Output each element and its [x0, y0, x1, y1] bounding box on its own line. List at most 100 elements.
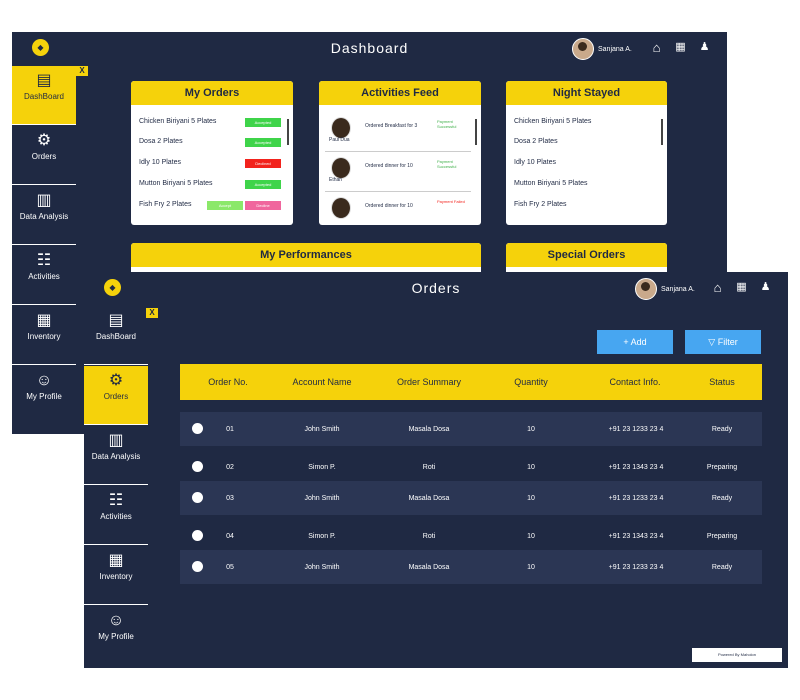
order-no: 01 [226, 425, 234, 433]
column-header[interactable]: Account Name [286, 364, 358, 400]
calendar-icon[interactable]: ▦ [673, 40, 688, 55]
sidebar-item-inventory[interactable]: ▦ Inventory [84, 546, 148, 605]
list-item: Fish Fry 2 Plates [514, 201, 567, 208]
quantity: 10 [527, 532, 535, 540]
sidebar-item-activities[interactable]: ☷ Activities [84, 486, 148, 545]
status-badge[interactable]: Declined [245, 159, 281, 168]
sidebar-item-data-analysis[interactable]: ▥ Data Analysis [12, 186, 76, 245]
column-header[interactable]: Status [692, 364, 752, 400]
status: Ready [711, 494, 733, 502]
scrollbar[interactable] [475, 119, 477, 145]
order-row: Dosa 2 Plates Accepted [139, 138, 281, 147]
collapse-sidebar-button[interactable]: X [76, 66, 88, 76]
row-select-radio[interactable] [192, 492, 203, 503]
sidebar-item-dashboard[interactable]: ▤ DashBoard [84, 306, 148, 365]
inventory-icon: ▦ [36, 312, 52, 329]
column-header[interactable]: Order Summary [390, 364, 468, 400]
dashboard-icon: ▤ [36, 72, 52, 89]
order-summary: Masala Dosa [408, 425, 450, 433]
order-text: Chicken Biriyani 5 Plates [139, 118, 217, 125]
inventory-icon: ▦ [108, 552, 124, 569]
add-button[interactable]: + Add [597, 330, 673, 354]
feed-item[interactable]: Ordered dinner for 10 Payment Failed [325, 193, 471, 225]
profile-icon: ☺ [107, 612, 125, 629]
avatar [331, 197, 351, 219]
sidebar-item-label: DashBoard [95, 332, 137, 341]
contact-info: +91 23 1233 23 4 [608, 425, 664, 433]
table-row[interactable]: 03 John Smith Masala Dosa 10 +91 23 1233… [180, 481, 762, 515]
status-badge[interactable]: Accepted [245, 180, 281, 189]
list-item: Dosa 2 Plates [514, 138, 558, 145]
contact-info: +91 23 1233 23 4 [608, 494, 664, 502]
home-icon[interactable]: ⌂ [649, 40, 664, 55]
row-select-radio[interactable] [192, 423, 203, 434]
payment-status: Payment Failed [437, 199, 465, 204]
dashboard-topbar: ◆ Dashboard Sanjana A. ⌂ ▦ ♟ [12, 32, 727, 64]
order-row: Idly 10 Plates Declined [139, 159, 281, 168]
avatar [635, 278, 657, 300]
table-row[interactable]: 01 John Smith Masala Dosa 10 +91 23 1233… [180, 412, 762, 446]
column-header[interactable]: Quantity [498, 364, 564, 400]
accept-button[interactable]: Accept [207, 201, 243, 210]
row-select-radio[interactable] [192, 561, 203, 572]
orders-topbar: ◆ Orders Sanjana A. ⌂ ▦ ♟ [84, 272, 788, 304]
card-title: My Performances [131, 243, 481, 267]
sidebar-item-profile[interactable]: ☺ My Profile [12, 366, 76, 428]
feed-item[interactable]: Ethan Ordered dinner for 10 Payment Succ… [325, 153, 471, 192]
data-analysis-icon: ▥ [108, 432, 124, 449]
contact-info: +91 23 1233 23 4 [608, 563, 664, 571]
feed-text: Ordered dinner for 10 [365, 203, 413, 209]
filter-button[interactable]: ▽ Filter [685, 330, 761, 354]
notification-icon[interactable]: ♟ [697, 40, 712, 55]
home-icon[interactable]: ⌂ [710, 280, 725, 295]
avatar [572, 38, 594, 60]
column-header[interactable]: Order No. [200, 364, 256, 400]
table-row[interactable]: 05 John Smith Masala Dosa 10 +91 23 1233… [180, 550, 762, 584]
column-header[interactable]: Contact Info. [600, 364, 670, 400]
sidebar-item-label: Orders [31, 152, 57, 161]
sidebar-item-label: My Profile [26, 392, 62, 401]
calendar-icon[interactable]: ▦ [734, 280, 749, 295]
feed-user-name: Ethan [329, 177, 343, 183]
sidebar-item-label: Inventory [27, 332, 61, 341]
quantity: 10 [527, 494, 535, 502]
status: Ready [711, 425, 733, 433]
order-text: Idly 10 Plates [139, 159, 182, 166]
activities-feed-card: Activities Feed Paul Dua Ordered Breakfa… [319, 81, 481, 225]
payment-status: Payment Successful [437, 119, 457, 129]
row-select-radio[interactable] [192, 461, 203, 472]
status-badge[interactable]: Accepted [245, 138, 281, 147]
sidebar-item-orders[interactable]: ⚙ Orders [12, 126, 76, 185]
order-summary: Roti [422, 463, 436, 471]
powered-by-badge: Powered By Maholon [692, 648, 782, 662]
orders-icon: ⚙ [36, 132, 52, 149]
table-row[interactable]: 04 Simon P. Roti 10 +91 23 1343 23 4 Pre… [180, 519, 762, 553]
sidebar-item-orders[interactable]: ⚙ Orders [84, 366, 148, 425]
user-menu[interactable]: Sanjana A. [572, 38, 632, 60]
scrollbar[interactable] [287, 119, 289, 145]
decline-button[interactable]: Decline [245, 201, 281, 210]
card-title: Special Orders [506, 243, 667, 267]
sidebar-item-activities[interactable]: ☷ Activities [12, 246, 76, 305]
status-badge[interactable]: Accepted [245, 118, 281, 127]
scrollbar[interactable] [661, 119, 663, 145]
sidebar-item-inventory[interactable]: ▦ Inventory [12, 306, 76, 365]
list-item: Chicken Biriyani 5 Plates [514, 118, 592, 125]
my-orders-card: My Orders Chicken Biriyani 5 Plates Acce… [131, 81, 293, 225]
account-name: John Smith [304, 425, 340, 433]
order-row: Chicken Biriyani 5 Plates Accepted [139, 118, 281, 127]
collapse-sidebar-button[interactable]: X [146, 308, 158, 318]
row-select-radio[interactable] [192, 530, 203, 541]
sidebar-item-label: Data Analysis [19, 212, 69, 221]
user-menu[interactable]: Sanjana A. [635, 278, 695, 300]
table-row[interactable]: 02 Simon P. Roti 10 +91 23 1343 23 4 Pre… [180, 450, 762, 484]
sidebar-item-data-analysis[interactable]: ▥ Data Analysis [84, 426, 148, 485]
feed-text: Ordered Breakfast for 3 [365, 123, 418, 129]
notification-icon[interactable]: ♟ [758, 280, 773, 295]
card-title: Night Stayed [506, 81, 667, 105]
sidebar-item-profile[interactable]: ☺ My Profile [84, 606, 148, 668]
contact-info: +91 23 1343 23 4 [608, 532, 664, 540]
night-stayed-card: Night Stayed Chicken Biriyani 5 Plates D… [506, 81, 667, 225]
sidebar-item-dashboard[interactable]: ▤ DashBoard [12, 66, 76, 125]
feed-item[interactable]: Paul Dua Ordered Breakfast for 3 Payment… [325, 113, 471, 152]
